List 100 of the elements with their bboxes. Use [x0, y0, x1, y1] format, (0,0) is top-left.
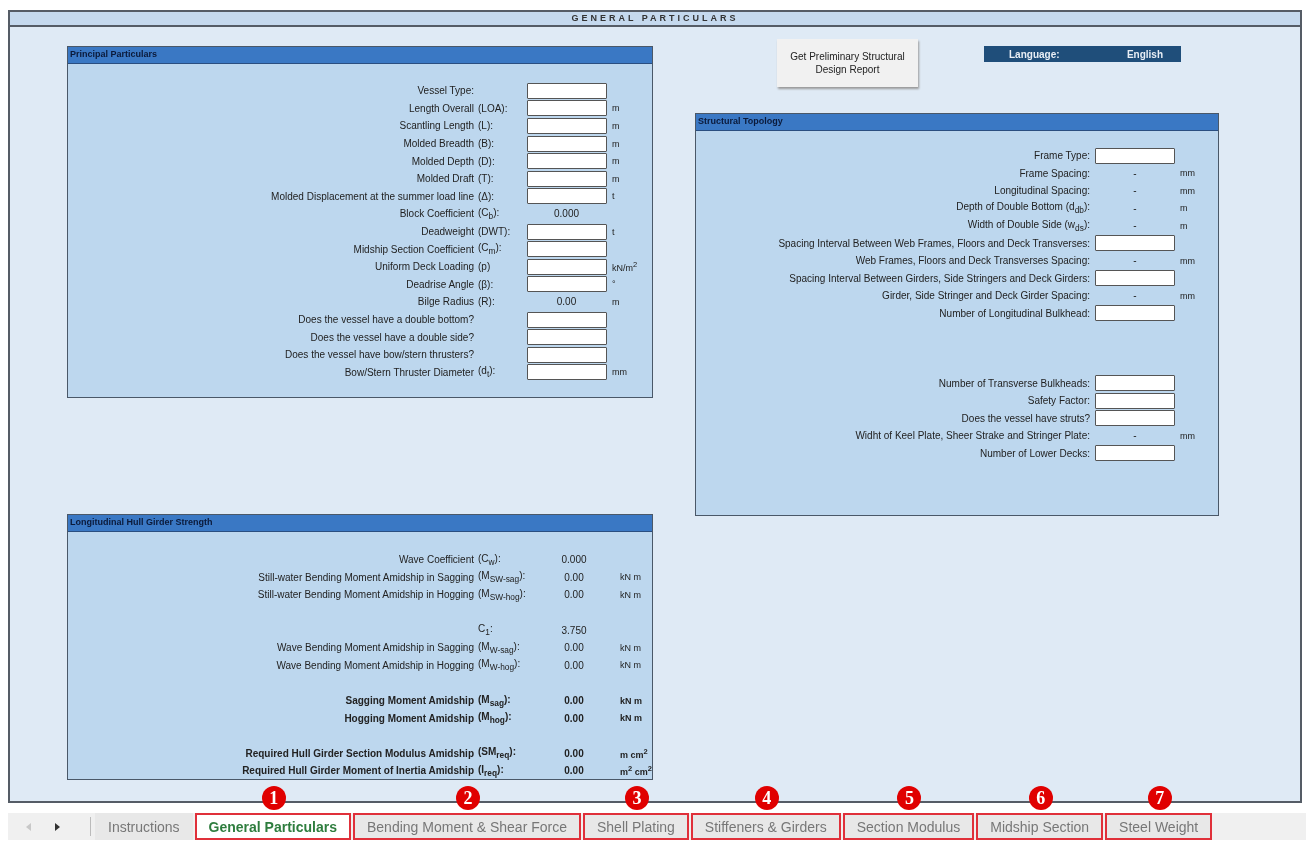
sheet-title: GENERAL PARTICULARS	[10, 12, 1300, 27]
unit-label: m	[612, 103, 620, 114]
field-label: Hogging Moment Amidship	[344, 712, 474, 724]
field-label: Still-water Bending Moment Amidship in Sagging	[258, 571, 474, 583]
input-field[interactable]	[526, 346, 607, 363]
symbol-label: (DWT):	[478, 226, 511, 238]
input-field[interactable]	[1095, 235, 1175, 252]
field-label: Length Overall	[408, 102, 474, 114]
symbol-label: (L):	[478, 120, 493, 132]
field-label: Sagging Moment Amidship	[345, 695, 474, 707]
input-field[interactable]	[526, 241, 607, 258]
field-label: Width of Double Side (w$_{ds}$):	[967, 218, 1090, 230]
unit-label: mm	[1180, 185, 1195, 196]
field-label: Spacing Interval Between Web Frames, Floors and Deck Transverses:	[778, 237, 1090, 249]
report-button[interactable]: Get Preliminary Structural Design Report	[777, 39, 918, 87]
input-field[interactable]	[1095, 270, 1175, 287]
value-text: 0.00	[564, 765, 584, 777]
sheet-tab[interactable]: Section Modulus	[842, 813, 975, 840]
value-text: -	[1133, 255, 1137, 267]
symbol-label: (β):	[478, 278, 494, 290]
value-text: 0.000	[561, 554, 587, 566]
value-text: 3.750	[561, 624, 587, 636]
field-label: Molded Draft	[416, 173, 474, 185]
field-label: Uniform Deck Loading	[375, 261, 474, 273]
value-text: 0.00	[556, 296, 577, 308]
panel-title: Principal Particulars	[68, 47, 652, 64]
value-text: -	[1133, 185, 1137, 197]
field-label: Does the vessel have bow/stern thrusters?	[285, 349, 474, 361]
sheet-tab[interactable]: Shell Plating	[583, 813, 689, 840]
value-text: -	[1133, 202, 1137, 214]
value-text: 0.000	[554, 208, 579, 220]
unit-label: mm	[1180, 290, 1195, 301]
unit-label: m	[612, 156, 620, 167]
panel-title: Longitudinal Hull Girder Strength	[68, 515, 652, 532]
input-field[interactable]	[1095, 445, 1175, 462]
input-field[interactable]	[526, 364, 607, 381]
field-label: Girder, Side Stringer and Deck Girder Spacing:	[882, 290, 1090, 302]
unit-label: m$^{2}$ cm$^{2}$	[620, 767, 652, 778]
field-label: Required Hull Girder Moment of Inertia Amidship	[242, 765, 474, 777]
sheet-tab[interactable]: Instructions	[95, 813, 193, 840]
input-field[interactable]	[1095, 305, 1175, 322]
field-label: Safety Factor:	[1027, 395, 1090, 407]
sheet-tab[interactable]: General Particulars	[194, 813, 351, 840]
field-label: Molded Displacement at the summer load line	[271, 190, 474, 202]
field-label: Web Frames, Floors and Deck Transverses Spacing:	[855, 255, 1090, 267]
panel-title: Structural Topology	[696, 114, 1218, 131]
sheet-tab[interactable]: Steel Weight	[1105, 813, 1213, 840]
input-field[interactable]	[526, 223, 607, 240]
input-field[interactable]	[1095, 392, 1175, 409]
symbol-label: (D):	[478, 155, 495, 167]
input-field[interactable]	[526, 188, 607, 205]
unit-label: m	[612, 173, 620, 184]
sheet-tab[interactable]: Bending Moment & Shear Force	[353, 813, 581, 840]
symbol-label: (M$_{SW-sag}$):	[478, 570, 526, 582]
input-field[interactable]	[1095, 375, 1175, 392]
input-field[interactable]	[526, 276, 607, 293]
unit-label: m	[612, 121, 620, 131]
unit-label: kN m	[620, 660, 641, 671]
field-label: Number of Longitudinal Bulkhead:	[939, 307, 1090, 319]
field-label: Required Hull Girder Section Modulus Amidship	[245, 747, 474, 759]
language-value[interactable]: English	[1126, 48, 1163, 60]
symbol-label: (T):	[478, 173, 494, 185]
input-field[interactable]	[1095, 147, 1175, 164]
input-field[interactable]	[526, 82, 607, 99]
symbol-label: (C$_{b}$):	[478, 206, 500, 218]
input-field[interactable]	[526, 258, 607, 275]
input-field[interactable]	[526, 100, 607, 117]
sheet-tab[interactable]: Midship Section	[976, 813, 1104, 840]
field-label: Block Coefficient	[399, 208, 474, 220]
value-text: -	[1133, 430, 1137, 442]
input-field[interactable]	[1095, 410, 1175, 427]
input-field[interactable]	[526, 170, 607, 187]
field-label: Midship Section Coefficient	[353, 243, 474, 255]
field-label: Depth of Double Bottom (d$_{db}$):	[956, 201, 1090, 213]
symbol-label: C$_{1}$:	[478, 623, 493, 635]
input-field[interactable]	[526, 135, 607, 152]
unit-label: kN m	[620, 713, 642, 724]
unit-label: m	[612, 296, 620, 307]
unit-label: t	[612, 226, 615, 237]
input-field[interactable]	[526, 118, 607, 134]
scroll-right-icon[interactable]	[54, 822, 60, 831]
unit-label: °	[612, 279, 616, 290]
field-label: Molded Breadth	[403, 138, 474, 150]
language-label: Language:	[1009, 48, 1060, 60]
symbol-label: (M$_{hog}$):	[478, 711, 512, 723]
input-field[interactable]	[526, 311, 607, 328]
symbol-label: (M$_{W-hog}$):	[478, 658, 521, 670]
field-label: Does the vessel have struts?	[961, 412, 1090, 424]
symbol-label: (C$_{m}$):	[478, 242, 502, 254]
value-text: 0.00	[564, 659, 584, 671]
input-field[interactable]	[526, 329, 607, 346]
input-field[interactable]	[526, 153, 607, 170]
value-text: -	[1133, 290, 1137, 302]
field-label: Wave Coefficient	[398, 554, 474, 566]
symbol-label: (p)	[478, 261, 491, 273]
unit-label: m	[1180, 203, 1188, 214]
value-text: -	[1133, 220, 1137, 232]
unit-label: kN m	[620, 642, 641, 653]
sheet-tab[interactable]: Stiffeners & Girders	[690, 813, 841, 840]
unit-label: m	[1180, 220, 1188, 231]
